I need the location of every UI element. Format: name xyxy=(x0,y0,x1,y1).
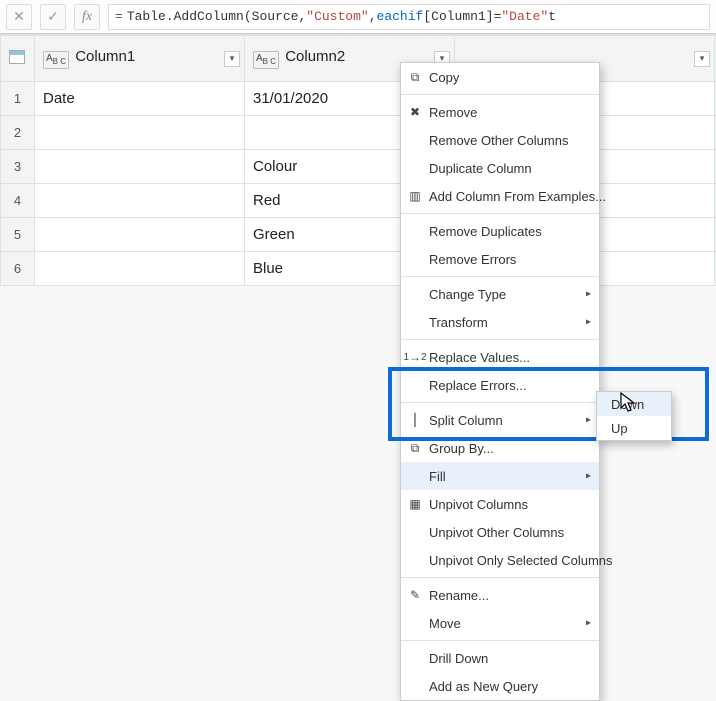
cell-column1[interactable] xyxy=(35,184,245,218)
cell-column1[interactable]: Date xyxy=(35,82,245,116)
menu-copy[interactable]: ⧉Copy xyxy=(401,63,599,91)
formula-eq: = xyxy=(115,9,123,24)
menu-unpivot-selected[interactable]: Unpivot Only Selected Columns xyxy=(401,546,599,574)
column-header-column1[interactable]: AB C Column1 ▾ xyxy=(35,36,245,82)
row-number[interactable]: 5 xyxy=(1,218,35,252)
filter-icon[interactable]: ▾ xyxy=(694,51,710,67)
copy-icon: ⧉ xyxy=(407,69,423,85)
table-corner[interactable] xyxy=(1,36,35,82)
unpivot-icon: ▦ xyxy=(407,496,423,512)
text-type-icon: AB C xyxy=(43,51,69,69)
text-type-icon: AB C xyxy=(253,51,279,69)
menu-remove-duplicates[interactable]: Remove Duplicates xyxy=(401,217,599,245)
row-number[interactable]: 1 xyxy=(1,82,35,116)
cell-column1[interactable] xyxy=(35,150,245,184)
fill-submenu: Down Up xyxy=(596,391,672,441)
add-column-icon: ▥ xyxy=(407,188,423,204)
menu-add-from-examples[interactable]: ▥Add Column From Examples... xyxy=(401,182,599,210)
context-menu: ⧉Copy ✖Remove Remove Other Columns Dupli… xyxy=(400,62,600,701)
menu-unpivot-other[interactable]: Unpivot Other Columns xyxy=(401,518,599,546)
filter-icon[interactable]: ▾ xyxy=(224,51,240,67)
row-number[interactable]: 2 xyxy=(1,116,35,150)
cell-column1[interactable] xyxy=(35,116,245,150)
table-row[interactable]: 2 xyxy=(1,116,716,150)
data-table: AB C Column1 ▾ AB C Column2 ▾ ▾ ABC123 C… xyxy=(0,34,716,286)
remove-icon: ✖ xyxy=(407,104,423,120)
split-icon: ⎮ xyxy=(407,412,423,428)
cell-column1[interactable] xyxy=(35,252,245,286)
menu-unpivot[interactable]: ▦Unpivot Columns xyxy=(401,490,599,518)
replace-icon: 1→2 xyxy=(407,349,423,365)
submenu-down[interactable]: Down xyxy=(597,392,671,416)
chevron-right-icon: ▸ xyxy=(586,415,591,426)
table-row[interactable]: 5Green xyxy=(1,218,716,252)
row-number[interactable]: 4 xyxy=(1,184,35,218)
menu-rename[interactable]: ✎Rename... xyxy=(401,581,599,609)
menu-fill[interactable]: Fill▸ xyxy=(401,462,599,490)
menu-split[interactable]: ⎮Split Column▸ xyxy=(401,406,599,434)
formula-input[interactable]: = Table.AddColumn ( Source , "Custom" , … xyxy=(108,4,710,30)
accept-button[interactable]: ✓ xyxy=(40,4,66,30)
row-number[interactable]: 3 xyxy=(1,150,35,184)
menu-remove[interactable]: ✖Remove xyxy=(401,98,599,126)
column1-label: Column1 xyxy=(75,48,135,65)
table-row[interactable]: 3Colour xyxy=(1,150,716,184)
table-row[interactable]: 1Date31/01/202031/01/ xyxy=(1,82,716,116)
cancel-button[interactable]: ✕ xyxy=(6,4,32,30)
cell-column1[interactable] xyxy=(35,218,245,252)
menu-add-as-query[interactable]: Add as New Query xyxy=(401,672,599,700)
formula-fn: Table.AddColumn xyxy=(127,9,244,24)
fx-icon[interactable]: fx xyxy=(74,4,100,30)
formula-bar: ✕ ✓ fx = Table.AddColumn ( Source , "Cus… xyxy=(0,0,716,34)
menu-group-by[interactable]: ⧉Group By... xyxy=(401,434,599,462)
menu-transform[interactable]: Transform▸ xyxy=(401,308,599,336)
rename-icon: ✎ xyxy=(407,587,423,603)
group-icon: ⧉ xyxy=(407,440,423,456)
menu-replace-values[interactable]: 1→2Replace Values... xyxy=(401,343,599,371)
table-row[interactable]: 6Blue xyxy=(1,252,716,286)
chevron-right-icon: ▸ xyxy=(586,618,591,629)
column2-label: Column2 xyxy=(285,48,345,65)
menu-remove-errors[interactable]: Remove Errors xyxy=(401,245,599,273)
menu-remove-other[interactable]: Remove Other Columns xyxy=(401,126,599,154)
chevron-right-icon: ▸ xyxy=(586,471,591,482)
menu-drill-down[interactable]: Drill Down xyxy=(401,644,599,672)
chevron-right-icon: ▸ xyxy=(586,317,591,328)
row-number[interactable]: 6 xyxy=(1,252,35,286)
menu-change-type[interactable]: Change Type▸ xyxy=(401,280,599,308)
menu-move[interactable]: Move▸ xyxy=(401,609,599,637)
menu-replace-errors[interactable]: Replace Errors... xyxy=(401,371,599,399)
submenu-up[interactable]: Up xyxy=(597,416,671,440)
table-row[interactable]: 4Red xyxy=(1,184,716,218)
menu-duplicate[interactable]: Duplicate Column xyxy=(401,154,599,182)
chevron-right-icon: ▸ xyxy=(586,289,591,300)
